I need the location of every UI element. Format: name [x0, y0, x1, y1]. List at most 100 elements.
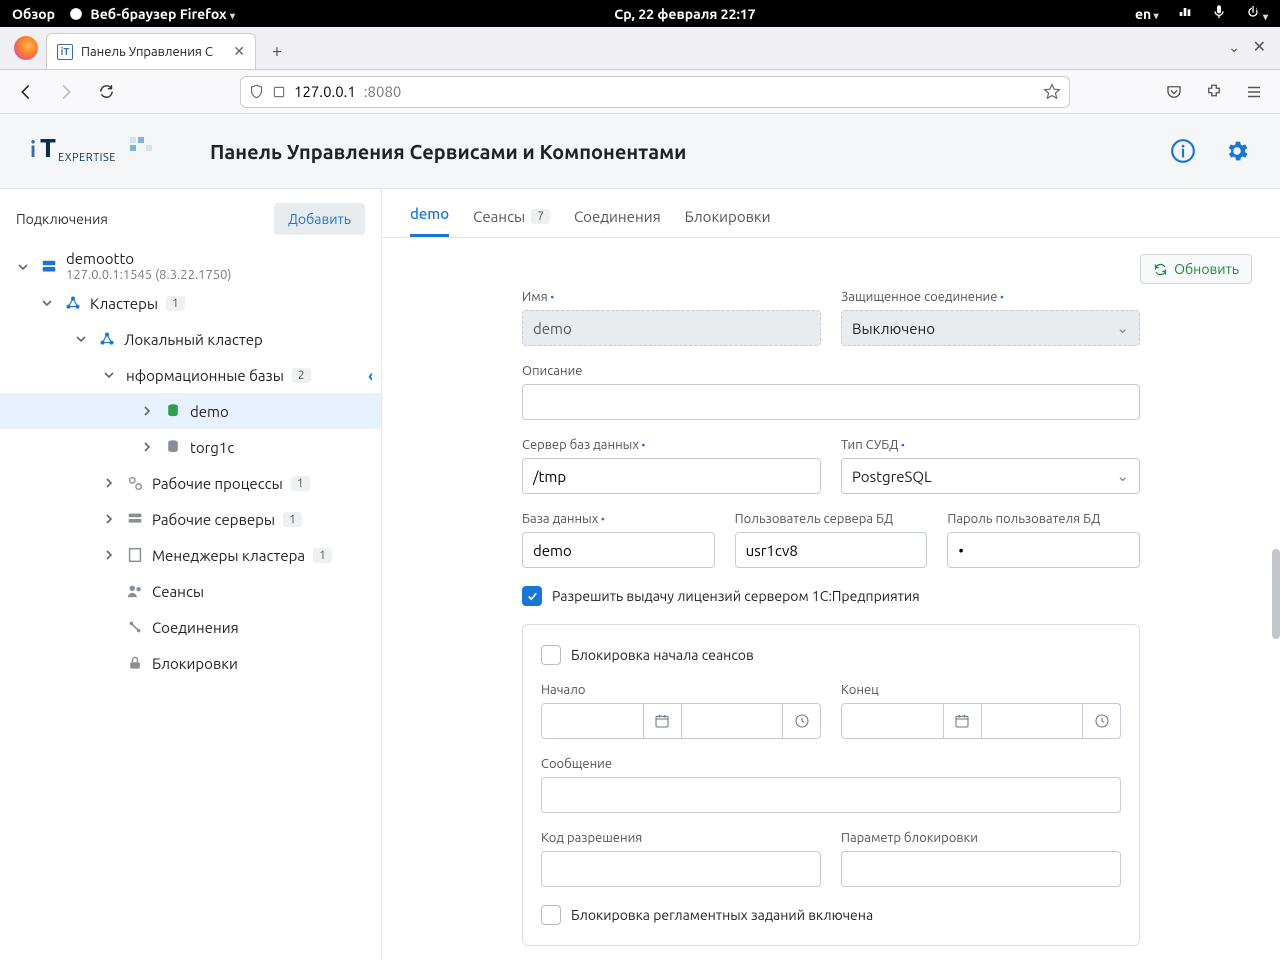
tree-wservers[interactable]: Рабочие серверы 1 [0, 501, 381, 537]
tree-sessions[interactable]: Сеансы [0, 573, 381, 609]
lock-icon [126, 654, 144, 672]
new-tab-button[interactable]: + [262, 36, 292, 66]
firefox-tabbar: iT Панель Управления С ✕ + ⌄ ✕ [0, 27, 1280, 70]
label-dbtype: Тип СУБД [841, 438, 1140, 452]
calendar-icon[interactable] [644, 703, 682, 739]
tab-demo[interactable]: demo [410, 205, 449, 237]
window-close-icon[interactable]: ✕ [1253, 37, 1266, 56]
svg-text:i: i [30, 137, 36, 162]
activities-button[interactable]: Обзор [12, 6, 55, 22]
refresh-button[interactable]: Обновить [1140, 254, 1252, 284]
tree-managers[interactable]: Менеджеры кластера 1 [0, 537, 381, 573]
message-field[interactable] [541, 777, 1121, 813]
infobase-form: Имя Защищенное соединение Выключено⌄ Опи… [382, 284, 1280, 946]
firefox-icon [69, 7, 83, 21]
tree-infobase-torg1c[interactable]: torg1c [0, 429, 381, 465]
tree-infobase-demo[interactable]: demo [0, 393, 381, 429]
clock-icon[interactable] [1083, 703, 1121, 739]
label-dbuser: Пользователь сервера БД [735, 512, 928, 526]
cluster-icon [64, 294, 82, 312]
tab-locks[interactable]: Блокировки [685, 208, 771, 237]
chevron-right-icon[interactable] [138, 438, 156, 456]
chevron-down-icon[interactable] [72, 330, 90, 348]
chevron-down-icon[interactable] [38, 294, 56, 312]
hamburger-menu-icon[interactable] [1238, 76, 1270, 108]
label-secure: Защищенное соединение [841, 290, 1140, 304]
checkbox-checked-icon[interactable] [522, 586, 542, 606]
dbpass-field[interactable] [947, 532, 1140, 568]
end-time-field[interactable] [982, 703, 1084, 739]
collapse-icon[interactable]: ‹ [368, 367, 373, 384]
dbserver-field[interactable] [522, 458, 821, 494]
tree-locks[interactable]: Блокировки [0, 645, 381, 681]
back-button[interactable] [10, 76, 42, 108]
os-clock[interactable]: Ср, 22 февраля 22:17 [235, 6, 1135, 22]
mic-icon[interactable] [1211, 4, 1227, 23]
connection-address: 127.0.0.1:1545 (8.3.22.1750) [66, 268, 232, 284]
tree-infobases[interactable]: нформационные базы 2 ‹ [0, 357, 381, 393]
network-icon[interactable] [1177, 4, 1193, 23]
clock-icon[interactable] [783, 703, 821, 739]
url-bar[interactable]: 127.0.0.1 :8080 [240, 76, 1070, 108]
dbname-field[interactable] [522, 532, 715, 568]
name-field [522, 310, 821, 346]
chevron-right-icon[interactable] [100, 510, 118, 528]
pocket-icon[interactable] [1158, 76, 1190, 108]
info-icon[interactable] [1170, 138, 1196, 164]
chevron-down-icon[interactable] [14, 258, 32, 276]
start-time-field[interactable] [682, 703, 784, 739]
dbuser-field[interactable] [735, 532, 928, 568]
session-block-panel: Блокировка начала сеансов Начало Конец [522, 624, 1140, 946]
clusters-count: 1 [166, 296, 185, 311]
desc-field[interactable] [522, 384, 1140, 420]
chevron-down-icon[interactable] [100, 366, 118, 384]
add-button[interactable]: Добавить [274, 203, 365, 235]
license-checkbox-row[interactable]: Разрешить выдачу лицензий сервером 1С:Пр… [522, 586, 1140, 606]
database-icon [164, 438, 182, 456]
sidebar: Подключения Добавить demootto 127.0.0.1:… [0, 189, 382, 960]
app-menu[interactable]: Веб-браузер Firefox [69, 6, 235, 22]
dbtype-select[interactable]: PostgreSQL⌄ [841, 458, 1140, 494]
browser-tab[interactable]: iT Панель Управления С ✕ [46, 33, 256, 69]
label-message: Сообщение [541, 757, 1121, 771]
connection-tree: demootto 127.0.0.1:1545 (8.3.22.1750) Кл… [0, 249, 381, 681]
calendar-icon[interactable] [944, 703, 982, 739]
tree-connection[interactable]: demootto 127.0.0.1:1545 (8.3.22.1750) [0, 249, 381, 285]
label-permcode: Код разрешения [541, 831, 821, 845]
power-icon[interactable] [1245, 4, 1268, 23]
reload-button[interactable] [90, 76, 122, 108]
chevron-right-icon[interactable] [100, 474, 118, 492]
infobases-count: 2 [292, 368, 311, 383]
gear-icon[interactable] [1224, 138, 1250, 164]
block-sessions-checkbox-row[interactable]: Блокировка начала сеансов [541, 645, 1121, 665]
tab-connections[interactable]: Соединения [574, 208, 661, 237]
tabs-dropdown-icon[interactable]: ⌄ [1228, 39, 1240, 56]
chevron-down-icon: ⌄ [1116, 319, 1129, 337]
label-dbserver: Сервер баз данных [522, 438, 821, 452]
chevron-right-icon[interactable] [100, 546, 118, 564]
cluster-icon [98, 330, 116, 348]
servers-icon [126, 510, 144, 528]
tree-local-cluster[interactable]: Локальный кластер [0, 321, 381, 357]
scrollbar-thumb[interactable] [1272, 549, 1280, 639]
url-host: 127.0.0.1 [294, 83, 356, 100]
forward-button [50, 76, 82, 108]
block-jobs-checkbox-row[interactable]: Блокировка регламентных заданий включена [541, 905, 1121, 925]
end-date-field[interactable] [841, 703, 944, 739]
url-port: :8080 [364, 83, 402, 100]
blockparam-field[interactable] [841, 851, 1121, 887]
chevron-right-icon[interactable] [138, 402, 156, 420]
extensions-icon[interactable] [1198, 76, 1230, 108]
tree-wprocs[interactable]: Рабочие процессы 1 [0, 465, 381, 501]
bookmark-star-icon[interactable] [1043, 83, 1061, 101]
checkbox-unchecked-icon[interactable] [541, 905, 561, 925]
tree-connections[interactable]: Соединения [0, 609, 381, 645]
lang-indicator[interactable]: en [1135, 6, 1159, 22]
page-info-icon [272, 85, 286, 99]
start-date-field[interactable] [541, 703, 644, 739]
tab-sessions[interactable]: Сеансы7 [473, 208, 550, 237]
checkbox-unchecked-icon[interactable] [541, 645, 561, 665]
tree-clusters[interactable]: Кластеры 1 [0, 285, 381, 321]
tab-close-icon[interactable]: ✕ [233, 43, 245, 60]
permcode-field[interactable] [541, 851, 821, 887]
